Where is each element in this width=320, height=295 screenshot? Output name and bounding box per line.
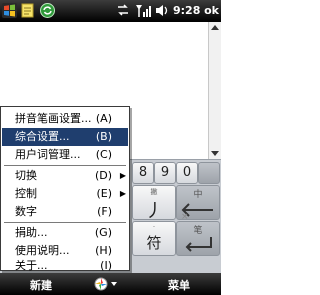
scroll-up-arrow-icon[interactable]	[211, 24, 219, 30]
scroll-down-arrow-icon[interactable]	[211, 151, 219, 157]
connectivity-icon[interactable]	[116, 3, 130, 18]
ok-button[interactable]: ok	[204, 4, 219, 17]
submenu-arrow-icon: ▶	[119, 171, 126, 180]
menu-item-general-settings[interactable]: 综合设置... (B)	[2, 128, 128, 146]
menu-item-accelerator: (A)	[95, 112, 112, 125]
menu-item-accelerator: (I)	[100, 259, 112, 272]
key-extra[interactable]	[198, 162, 220, 184]
key-pie[interactable]: 撇 丿	[132, 185, 176, 222]
menu-softkey[interactable]: 菜单	[168, 277, 190, 293]
key-0[interactable]: 0	[176, 162, 198, 184]
menu-item-label: 拼音笔画设置...	[15, 112, 92, 125]
menu-item-about[interactable]: 关于... (I)	[2, 259, 128, 272]
enter-key[interactable]: 笔	[176, 221, 220, 256]
menu-item-user-words[interactable]: 用户词管理... (C)	[2, 146, 128, 164]
notes-icon[interactable]	[21, 3, 35, 18]
menu-item-donate[interactable]: 捐助... (G)	[2, 224, 128, 242]
menu-item-accelerator: (H)	[95, 244, 112, 257]
backspace-key[interactable]: 中 ×	[176, 185, 220, 220]
menu-item-label: 捐助...	[15, 226, 48, 239]
key-fu[interactable]: · 符	[132, 221, 176, 256]
menu-item-label: 用户词管理...	[15, 148, 81, 161]
menu-item-pinyin-stroke-settings[interactable]: 拼音笔画设置... (A)	[2, 110, 128, 128]
clock[interactable]: 9:28	[173, 4, 200, 17]
menu-item-accelerator: (C)	[95, 148, 112, 161]
menu-item-accelerator: (D)	[94, 169, 112, 182]
menu-item-accelerator: (E)	[96, 187, 112, 200]
menu-item-instructions[interactable]: 使用说明... (H)	[2, 242, 128, 260]
svg-text:×: ×	[181, 212, 189, 220]
menu-item-accelerator: (F)	[97, 205, 112, 218]
new-softkey[interactable]: 新建	[30, 277, 52, 293]
menu-item-label: 控制	[15, 187, 37, 200]
menu-item-accelerator: (G)	[94, 226, 112, 239]
softkey-bar: 新建 菜单	[0, 273, 221, 295]
key-8-label: 8	[138, 165, 148, 180]
menu-item-label: 综合设置...	[15, 130, 70, 143]
menu-item-label: 使用说明...	[15, 244, 70, 257]
submenu-arrow-icon: ▶	[119, 189, 126, 198]
menu-item-label: 数字	[15, 205, 37, 218]
key-0-label: 0	[182, 165, 192, 180]
volume-icon[interactable]	[155, 3, 170, 18]
menu-item-label: 关于...	[15, 259, 48, 272]
key-pie-label: 丿	[145, 201, 163, 222]
context-menu: 拼音笔画设置... (A) 综合设置... (B) 用户词管理... (C) 切…	[0, 106, 130, 272]
signal-icon[interactable]	[135, 3, 151, 18]
key-9-label: 9	[160, 165, 170, 180]
key-fu-sub: ·	[152, 223, 156, 231]
menu-separator	[4, 222, 126, 223]
key-fu-label: 符	[146, 234, 162, 252]
menu-item-label: 切换	[15, 169, 37, 182]
key-zhong-sub: 中	[193, 190, 203, 200]
vertical-scrollbar[interactable]	[208, 22, 221, 159]
key-8[interactable]: 8	[132, 162, 154, 184]
menu-item-numbers[interactable]: 数字 (F)	[2, 203, 128, 221]
backspace-icon: ×	[181, 203, 213, 220]
sync-icon[interactable]	[40, 3, 55, 18]
windows-start-icon[interactable]	[2, 3, 17, 18]
enter-icon	[185, 237, 212, 252]
input-method-icon[interactable]	[92, 275, 120, 293]
menu-item-switch[interactable]: 切换 (D) ▶	[2, 167, 128, 185]
status-bar: 9:28 ok	[0, 0, 221, 22]
key-pie-sub: 撇	[150, 188, 158, 196]
key-9[interactable]: 9	[154, 162, 176, 184]
menu-separator	[4, 165, 126, 166]
menu-item-accelerator: (B)	[95, 130, 112, 143]
menu-item-control[interactable]: 控制 (E) ▶	[2, 185, 128, 203]
